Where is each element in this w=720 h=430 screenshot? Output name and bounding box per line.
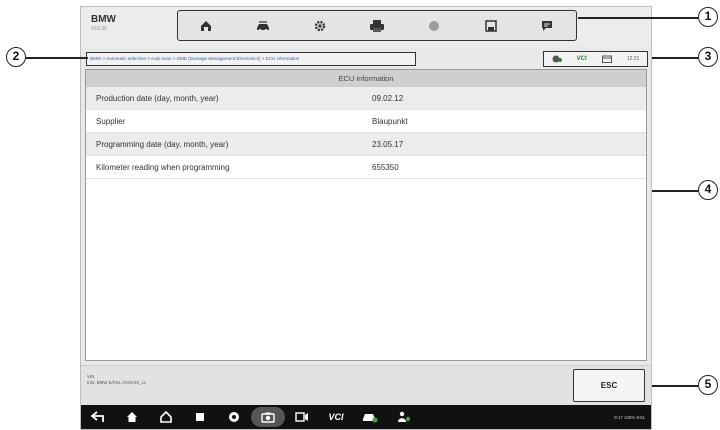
user-icon[interactable] bbox=[387, 407, 421, 427]
ecu-info-panel: ECU information Production date (day, mo… bbox=[85, 69, 647, 361]
vin-info: VIN Info: BMW E/XXL /XXX/XX_LL bbox=[87, 374, 147, 386]
recent-apps-icon[interactable] bbox=[183, 407, 217, 427]
row-label: Supplier bbox=[96, 117, 126, 126]
brand-name: BMW bbox=[91, 14, 116, 25]
record-icon[interactable] bbox=[421, 14, 447, 38]
gear-icon[interactable] bbox=[307, 14, 333, 38]
screen-record-icon[interactable] bbox=[285, 407, 319, 427]
row-label: Kilometer reading when programming bbox=[96, 163, 230, 172]
callout-1-leader bbox=[578, 17, 698, 19]
status-area: VCI 12:21 bbox=[543, 51, 648, 67]
callout-4-leader bbox=[652, 190, 698, 192]
save-icon[interactable] bbox=[478, 14, 504, 38]
android-home-icon[interactable] bbox=[149, 407, 183, 427]
row-label: Programming date (day, month, year) bbox=[96, 140, 229, 149]
clock: 12:21 bbox=[626, 56, 640, 62]
connection-icon bbox=[552, 50, 562, 68]
tablet-screen: BMW V10.30 BMW > Automatic selection > A… bbox=[80, 6, 652, 430]
breadcrumb-row: BMW > Automatic selection > Auto scan > … bbox=[81, 51, 651, 67]
footer-bar: VIN Info: BMW E/XXL /XXX/XX_LL ESC bbox=[81, 365, 651, 405]
vci-nav-label: VCI bbox=[328, 412, 344, 422]
back-icon[interactable] bbox=[81, 407, 115, 427]
callout-1: 1 bbox=[698, 7, 718, 27]
table-row: Production date (day, month, year) 09.02… bbox=[86, 87, 646, 110]
table-row: Supplier Blaupunkt bbox=[86, 110, 646, 133]
panel-title: ECU information bbox=[86, 70, 646, 87]
vci-nav-item[interactable]: VCI bbox=[319, 407, 353, 427]
row-label: Production date (day, month, year) bbox=[96, 94, 219, 103]
vin-detail: Info: BMW E/XXL /XXX/XX_LL bbox=[87, 380, 147, 385]
brand-version: V10.30 bbox=[91, 26, 107, 32]
message-icon[interactable] bbox=[534, 14, 560, 38]
camera-icon[interactable] bbox=[251, 407, 285, 427]
top-bar: BMW V10.30 bbox=[81, 7, 651, 47]
callout-2-leader bbox=[26, 57, 88, 59]
browser-icon[interactable] bbox=[217, 407, 251, 427]
android-nav-bar: VCI 9:17 100% 8:51 bbox=[81, 405, 651, 429]
callout-4: 4 bbox=[698, 180, 718, 200]
vci-status: VCI bbox=[576, 56, 587, 62]
row-value: 655350 bbox=[372, 163, 399, 172]
calendar-icon bbox=[601, 50, 612, 68]
diag-home-icon[interactable] bbox=[115, 407, 149, 427]
toolbar bbox=[177, 10, 577, 41]
row-value: 09.02.12 bbox=[372, 94, 404, 103]
callout-3-leader bbox=[652, 57, 698, 59]
system-status: 9:17 100% 8:51 bbox=[614, 414, 645, 420]
printer-icon[interactable] bbox=[364, 14, 390, 38]
callout-2: 2 bbox=[6, 47, 26, 67]
callout-5: 5 bbox=[698, 375, 718, 395]
vehicle-icon[interactable] bbox=[353, 407, 387, 427]
car-swap-icon[interactable] bbox=[250, 14, 276, 38]
table-row: Kilometer reading when programming 65535… bbox=[86, 156, 646, 179]
breadcrumb[interactable]: BMW > Automatic selection > Auto scan > … bbox=[86, 52, 416, 66]
brand-block: BMW V10.30 bbox=[91, 14, 116, 32]
table-row: Programming date (day, month, year) 23.0… bbox=[86, 133, 646, 156]
row-value: Blaupunkt bbox=[372, 117, 408, 126]
manual-figure: BMW V10.30 BMW > Automatic selection > A… bbox=[0, 0, 720, 430]
callout-3: 3 bbox=[698, 47, 718, 67]
row-value: 23.05.17 bbox=[372, 140, 404, 149]
home-icon[interactable] bbox=[193, 14, 219, 38]
callout-5-leader bbox=[652, 385, 698, 387]
esc-button[interactable]: ESC bbox=[573, 369, 645, 402]
